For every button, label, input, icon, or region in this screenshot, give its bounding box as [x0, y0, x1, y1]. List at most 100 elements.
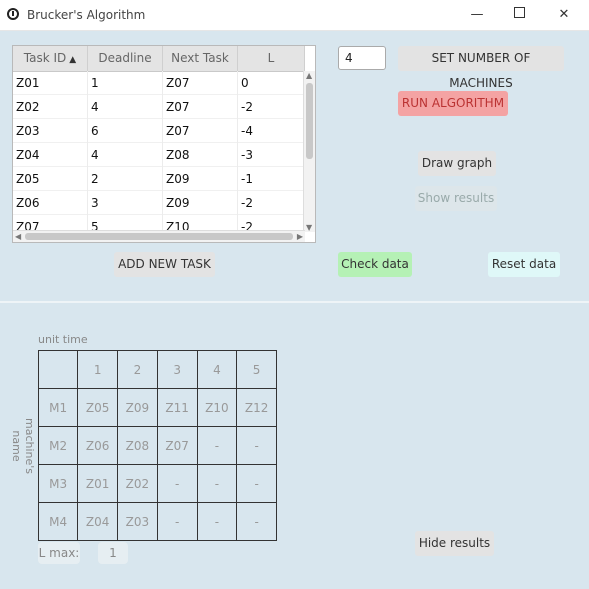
- table-cell: Z08: [163, 143, 238, 167]
- grid-machine-row: M4 Z04 Z03- - -: [37, 502, 277, 541]
- table-cell: -4: [238, 119, 305, 143]
- grid-corner-cell: [37, 350, 79, 389]
- machine-name-cell: M4: [37, 502, 79, 541]
- schedule-cell: Z12: [236, 388, 277, 427]
- horizontal-scroll-thumb[interactable]: [25, 233, 293, 240]
- schedule-cell: Z04: [77, 502, 119, 541]
- column-header-task-id[interactable]: Task ID ▲: [13, 46, 88, 71]
- schedule-cell: Z07: [156, 426, 198, 465]
- table-cell: Z09: [163, 191, 238, 215]
- grid-header-row: 12345: [37, 350, 277, 389]
- hide-results-button[interactable]: Hide results: [415, 531, 494, 556]
- task-table[interactable]: Task ID ▲ Deadline Next Task L Z01 1 Z07 0 Z0…: [12, 45, 316, 243]
- table-cell: 3: [88, 191, 163, 215]
- table-row[interactable]: Z05 2 Z09 -1: [13, 167, 305, 191]
- schedule-cell: Z11: [156, 388, 198, 427]
- schedule-cell: Z10: [196, 388, 238, 427]
- table-cell: Z06: [13, 191, 88, 215]
- table-cell: Z07: [163, 95, 238, 119]
- table-cell: 4: [88, 95, 163, 119]
- scroll-down-icon[interactable]: ▼: [306, 223, 312, 232]
- table-cell: Z07: [163, 119, 238, 143]
- table-row[interactable]: Z01 1 Z07 0: [13, 71, 305, 95]
- grid-machine-row: M2 Z06 Z08 Z07- -: [37, 426, 277, 465]
- lmax-value: 1: [98, 542, 128, 564]
- table-cell: Z07: [163, 71, 238, 95]
- table-cell: -3: [238, 143, 305, 167]
- minimize-icon[interactable]: —: [457, 4, 497, 26]
- column-header-l[interactable]: L: [238, 46, 305, 71]
- schedule-cell: Z08: [117, 426, 158, 465]
- show-results-button[interactable]: Show results: [415, 186, 497, 211]
- schedule-cell: Z01: [77, 464, 119, 503]
- table-cell: -2: [238, 95, 305, 119]
- table-cell: Z01: [13, 71, 88, 95]
- machine-name-axis-label: machine's name: [10, 417, 36, 475]
- schedule-cell: -: [196, 502, 238, 541]
- vertical-scroll-thumb[interactable]: [306, 83, 313, 159]
- table-cell: -1: [238, 167, 305, 191]
- schedule-cell: Z06: [77, 426, 119, 465]
- schedule-cell: Z05: [77, 388, 119, 427]
- time-header-cell: 3: [156, 350, 198, 389]
- schedule-cell: -: [156, 464, 198, 503]
- table-cell: 0: [238, 71, 305, 95]
- table-header: Task ID ▲ Deadline Next Task L: [13, 46, 305, 72]
- time-header-cell: 1: [77, 350, 119, 389]
- table-cell: 2: [88, 167, 163, 191]
- scroll-up-icon[interactable]: ▲: [306, 71, 312, 80]
- schedule-cell: -: [236, 502, 277, 541]
- schedule-cell: Z02: [117, 464, 158, 503]
- unit-time-label: unit time: [38, 333, 88, 346]
- lmax-label: L max:: [38, 542, 80, 564]
- title-bar: Brucker's Algorithm — ✕: [0, 0, 589, 31]
- table-row[interactable]: Z02 4 Z07 -2: [13, 95, 305, 119]
- set-machines-button[interactable]: SET NUMBER OF MACHINES: [398, 46, 564, 90]
- scroll-left-icon[interactable]: ◀: [15, 232, 21, 241]
- table-cell: Z02: [13, 95, 88, 119]
- run-algorithm-button[interactable]: RUN ALGORITHM: [398, 91, 508, 116]
- schedule-cell: Z09: [117, 388, 158, 427]
- column-header-next-task[interactable]: Next Task: [163, 46, 238, 71]
- table-row[interactable]: Z03 6 Z07 -4: [13, 119, 305, 143]
- table-cell: Z04: [13, 143, 88, 167]
- table-cell: 6: [88, 119, 163, 143]
- vertical-scrollbar[interactable]: ▲ ▼: [303, 71, 315, 232]
- machine-name-cell: M3: [37, 464, 79, 503]
- schedule-cell: -: [236, 426, 277, 465]
- table-cell: Z03: [13, 119, 88, 143]
- time-header-cell: 4: [196, 350, 238, 389]
- window-title: Brucker's Algorithm: [27, 8, 146, 22]
- maximize-icon[interactable]: [499, 4, 539, 26]
- app-clock-icon: [7, 8, 19, 20]
- grid-machine-row: M3 Z01 Z02- - -: [37, 464, 277, 503]
- schedule-cell: -: [196, 464, 238, 503]
- schedule-cell: -: [156, 502, 198, 541]
- section-divider: [0, 301, 589, 303]
- table-row[interactable]: Z04 4 Z08 -3: [13, 143, 305, 167]
- add-new-task-button[interactable]: ADD NEW TASK: [114, 252, 215, 277]
- table-cell: 4: [88, 143, 163, 167]
- schedule-grid: 1 2 3 4 5 M1 Z05 Z09 Z11 Z10 Z12 M2 Z06 Z08 Z07- - M3 Z01…: [37, 350, 277, 541]
- check-data-button[interactable]: Check data: [338, 252, 412, 277]
- sort-ascending-icon: ▲: [69, 55, 77, 65]
- schedule-cell: -: [236, 464, 277, 503]
- schedule-cell: Z03: [117, 502, 158, 541]
- machines-count-input[interactable]: 4: [338, 46, 386, 70]
- column-header-deadline[interactable]: Deadline: [88, 46, 163, 71]
- draw-graph-button[interactable]: Draw graph: [418, 151, 496, 176]
- close-icon[interactable]: ✕: [544, 4, 584, 26]
- table-cell: Z05: [13, 167, 88, 191]
- schedule-cell: -: [196, 426, 238, 465]
- horizontal-scrollbar[interactable]: ◀ ▶: [13, 230, 305, 242]
- grid-machine-row: M1 Z05 Z09 Z11 Z10 Z12: [37, 388, 277, 427]
- table-cell: Z09: [163, 167, 238, 191]
- table-row[interactable]: Z06 3 Z09 -2: [13, 191, 305, 215]
- time-header-cell: 2: [117, 350, 158, 389]
- machine-name-cell: M2: [37, 426, 79, 465]
- scroll-right-icon[interactable]: ▶: [297, 232, 303, 241]
- machine-name-cell: M1: [37, 388, 79, 427]
- reset-data-button[interactable]: Reset data: [488, 252, 560, 277]
- table-cell: -2: [238, 191, 305, 215]
- table-cell: 1: [88, 71, 163, 95]
